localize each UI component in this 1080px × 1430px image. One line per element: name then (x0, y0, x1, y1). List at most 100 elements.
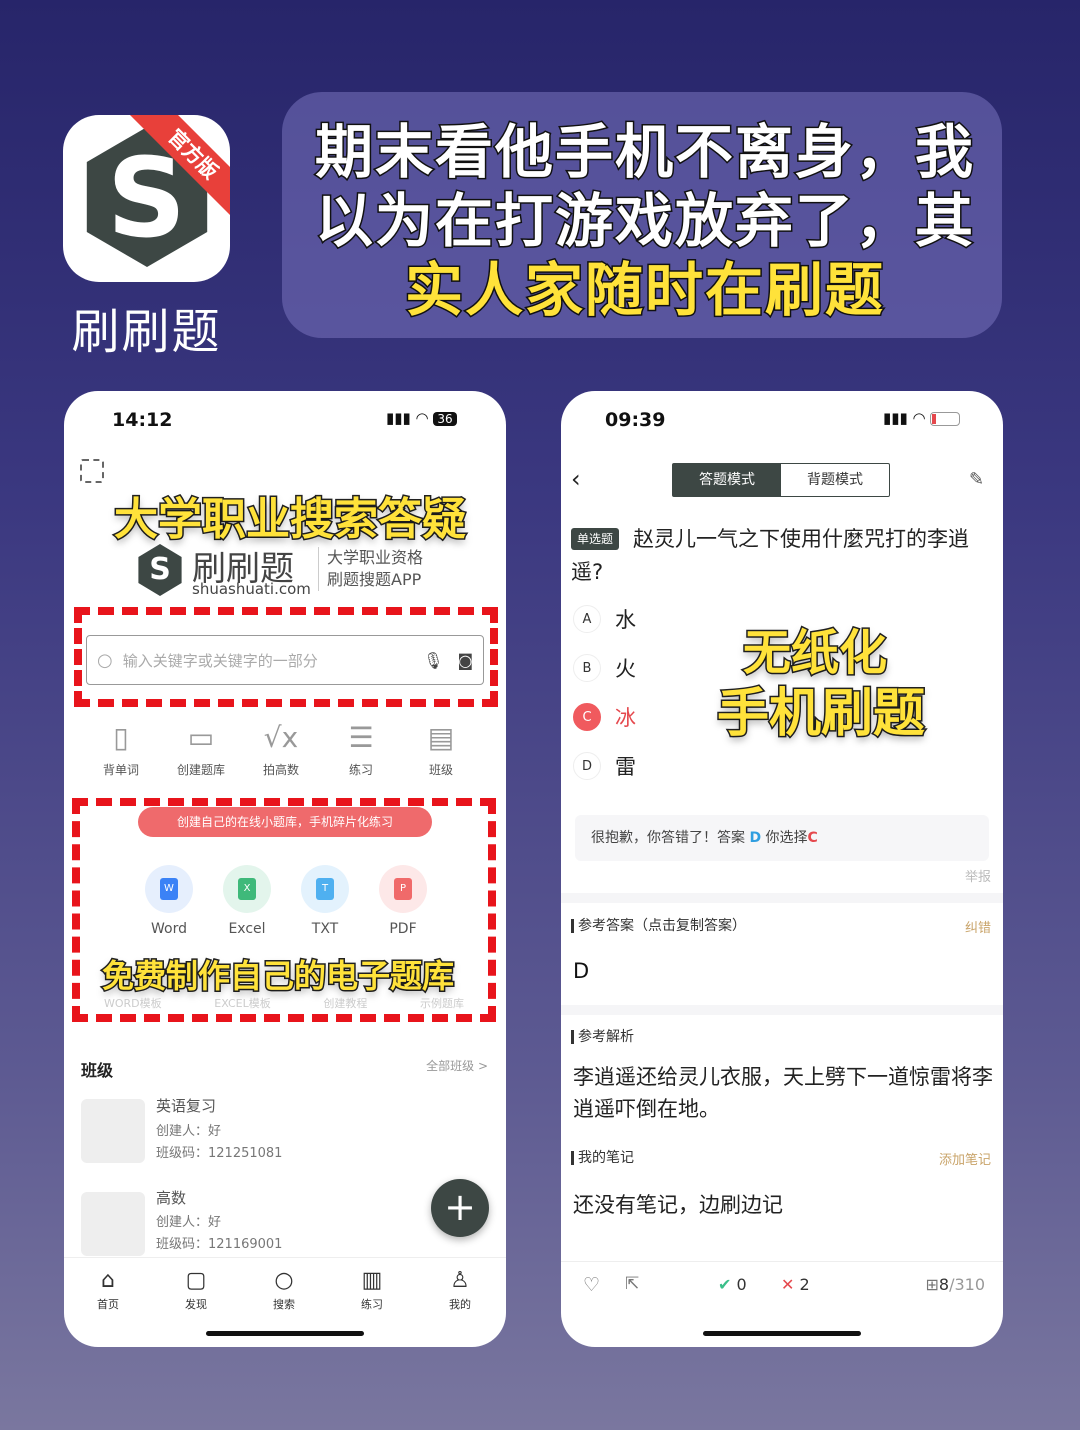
class-avatar (81, 1099, 145, 1163)
current-index: 8 (938, 1275, 950, 1294)
search-input[interactable]: ○ 输入关键字或关键字的一部分 🎙︎ ◙ (86, 635, 484, 685)
status-icons: ▮▮▮ ◠ (883, 409, 961, 427)
tab-discover[interactable]: ▢ 发现 (152, 1268, 240, 1312)
check-icon: ✔ (718, 1275, 732, 1294)
caption-phone-practice: 手机刷题 (715, 683, 926, 746)
tab-practice[interactable]: ▥ 练习 (328, 1268, 416, 1312)
headline: 期末看他手机不离身，我 以为在打游戏放弃了，其 实人家随时在刷题 (300, 117, 990, 326)
logo-icon: S (138, 544, 182, 596)
logo-domain: shuashuati.com (192, 580, 311, 598)
tab-label: 发现 (185, 1298, 207, 1311)
profile-icon: ♙ (450, 1268, 470, 1293)
option-letter: C (573, 703, 601, 731)
mode-switch: 答题模式 背题模式 (672, 463, 890, 497)
txt-icon: T (316, 878, 334, 900)
question-type-badge: 单选题 (571, 528, 620, 550)
option-text: 雷 (615, 755, 636, 779)
option-b[interactable]: B火 (573, 653, 636, 683)
format-word[interactable]: W Word (134, 865, 204, 937)
caption-ebank: 免费制作自己的电子题库 (100, 956, 455, 997)
link-excel-template[interactable]: EXCEL模板 (214, 995, 270, 1011)
create-bank-icon: ▭ (187, 721, 215, 754)
format-txt[interactable]: T TXT (290, 865, 360, 937)
edit-icon[interactable]: ✎ (969, 469, 984, 490)
class-creator: 创建人：好 (156, 1215, 222, 1230)
home-indicator (703, 1331, 861, 1336)
link-tutorial[interactable]: 创建教程 (323, 995, 367, 1011)
feedback-text: 很抱歉，你答错了！答案 (591, 830, 745, 846)
link-sample-bank[interactable]: 示例题库 (420, 995, 464, 1011)
tool-practice[interactable]: ☰ 练习 (321, 721, 401, 778)
class-icon: ▤ (427, 721, 455, 754)
question: 单选题 赵灵儿一气之下使用什麼咒打的李逍遥? (571, 523, 991, 589)
bottom-divider (561, 1261, 1003, 1262)
promo-pill[interactable]: 创建自己的在线小题库，手机碎片化练习 (138, 807, 432, 837)
tab-home[interactable]: ⌂ 首页 (64, 1268, 152, 1312)
option-letter: A (573, 605, 601, 633)
feedback-box: 很抱歉，你答错了！答案 D 你选择C (575, 815, 989, 861)
option-c-selected[interactable]: C冰 (573, 702, 636, 732)
all-classes-link[interactable]: 全部班级 > (426, 1057, 488, 1074)
sqrt-icon: √x (263, 721, 299, 754)
ref-answer-value: D (573, 959, 590, 983)
format-label: Excel (228, 921, 266, 937)
tool-class[interactable]: ▤ 班级 (401, 721, 481, 778)
search-icon: ○ (97, 649, 113, 671)
back-icon[interactable]: ‹ (571, 465, 581, 493)
excel-icon: X (238, 878, 256, 900)
ref-answer-title[interactable]: 参考答案（点击复制答案） (571, 919, 746, 933)
tab-label: 首页 (97, 1298, 119, 1311)
vocab-card-icon: ▯ (113, 721, 129, 754)
headline-line: 期末看他手机不离身，我 (313, 117, 975, 188)
format-excel[interactable]: X Excel (212, 865, 282, 937)
report-link[interactable]: 举报 (965, 866, 991, 885)
tool-label: 背单词 (102, 763, 139, 777)
divider (561, 1005, 1003, 1015)
wrong-value: 2 (799, 1275, 810, 1294)
format-label: Word (151, 921, 187, 937)
link-word-template[interactable]: WORD模板 (104, 995, 162, 1011)
option-d[interactable]: D雷 (573, 751, 636, 781)
share-icon[interactable]: ⇱ (625, 1274, 639, 1294)
add-note-link[interactable]: 添加笔记 (939, 1149, 991, 1168)
camera-icon[interactable]: ◙ (457, 651, 473, 670)
scan-icon[interactable] (80, 459, 104, 483)
search-placeholder: 输入关键字或关键字的一部分 (122, 651, 318, 670)
section-title: 班级 (81, 1061, 114, 1080)
tool-vocab[interactable]: ▯ 背单词 (81, 721, 161, 778)
progress-counter[interactable]: ⊞8/310 (925, 1275, 985, 1294)
tool-label: 练习 (348, 763, 373, 777)
tool-row: ▯ 背单词 ▭ 创建题库 √x 拍高数 ☰ 练习 ▤ 班级 (81, 721, 481, 778)
wifi-icon: ◠ (415, 409, 429, 427)
home-indicator (206, 1331, 364, 1336)
notes-title: 我的笔记 (571, 1151, 634, 1165)
discover-icon: ▢ (185, 1268, 207, 1293)
option-letter: B (573, 654, 601, 682)
tab-answer-mode[interactable]: 答题模式 (673, 464, 781, 496)
battery-icon: 36 (433, 412, 457, 426)
pdf-icon: P (394, 878, 412, 900)
option-text: 火 (615, 657, 636, 681)
correct-value: 0 (736, 1275, 747, 1294)
class-code: 班级码：121169001 (156, 1237, 283, 1252)
format-row: W Word X Excel T TXT P PDF (134, 865, 438, 937)
feedback-chosen: C (807, 830, 818, 846)
tool-label: 拍高数 (262, 763, 299, 777)
correct-error-link[interactable]: 纠错 (965, 917, 991, 936)
tab-recite-mode[interactable]: 背题模式 (781, 464, 889, 496)
caption-search: 大学职业搜索答疑 (113, 493, 468, 547)
tab-profile[interactable]: ♙ 我的 (416, 1268, 504, 1312)
tab-search[interactable]: ○ 搜索 (240, 1268, 328, 1312)
add-fab-button[interactable]: + (431, 1179, 489, 1237)
tool-math[interactable]: √x 拍高数 (241, 721, 321, 778)
format-pdf[interactable]: P PDF (368, 865, 438, 937)
favorite-heart-icon[interactable]: ♡ (583, 1274, 600, 1296)
format-label: TXT (311, 921, 339, 937)
mic-icon[interactable]: 🎙︎ (423, 651, 443, 670)
tab-bar: ⌂ 首页 ▢ 发现 ○ 搜索 ▥ 练习 ♙ 我的 (64, 1257, 506, 1312)
option-a[interactable]: A水 (573, 604, 636, 634)
cross-icon: ✕ (781, 1275, 795, 1294)
correct-count: ✔ 0 (718, 1275, 747, 1294)
status-time: 14:12 (112, 409, 173, 431)
tool-create-bank[interactable]: ▭ 创建题库 (161, 721, 241, 778)
